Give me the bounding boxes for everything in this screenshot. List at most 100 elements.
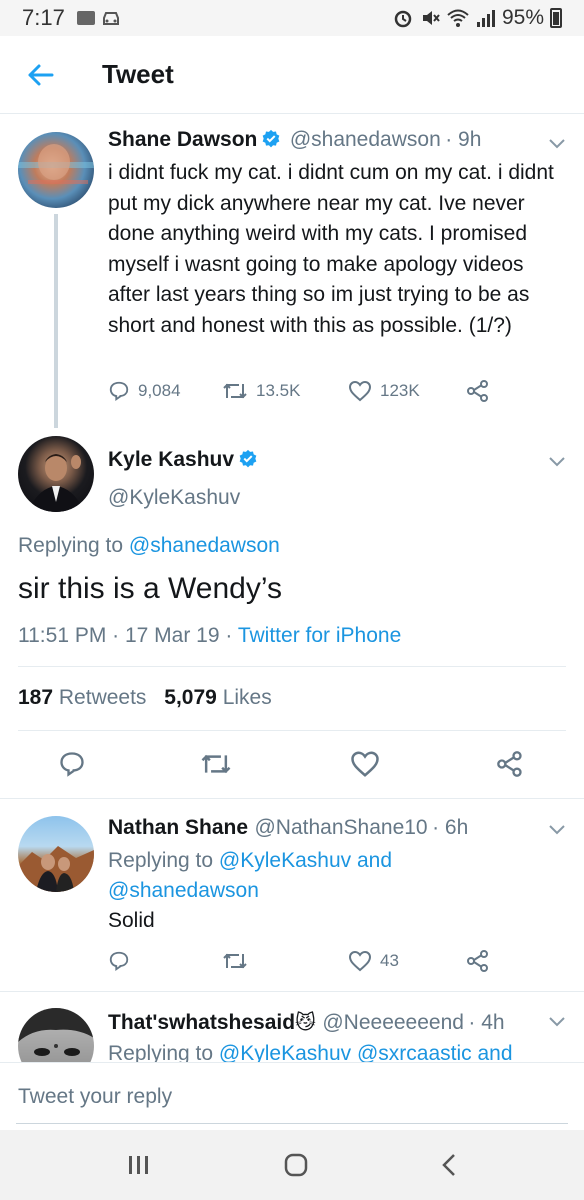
status-time: 7:17 bbox=[22, 5, 65, 30]
thread-tweet[interactable]: Shane Dawson @shanedawson · 9h i didnt f… bbox=[0, 114, 584, 428]
share-action[interactable] bbox=[466, 950, 490, 972]
likes-label: Likes bbox=[222, 686, 272, 709]
retweets-stat[interactable]: 187 Retweets bbox=[18, 686, 146, 709]
tweet-timestamp: 11:51 PM · 17 Mar 19 · bbox=[18, 624, 233, 647]
system-nav-bar bbox=[0, 1130, 584, 1200]
back-button[interactable] bbox=[20, 55, 60, 95]
mention-link[interactable]: @sxrcaastic bbox=[357, 1042, 472, 1062]
car-icon bbox=[102, 12, 119, 25]
signal-icon bbox=[476, 10, 495, 27]
battery-icon bbox=[550, 8, 562, 28]
like-count: 123K bbox=[380, 381, 420, 400]
like-action[interactable]: 43 bbox=[348, 950, 466, 972]
author-handle[interactable]: @KyleKashuv bbox=[108, 486, 240, 510]
tweet-timestamp-row: 11:51 PM · 17 Mar 19 · Twitter for iPhon… bbox=[18, 624, 401, 648]
reply-input[interactable]: Tweet your reply bbox=[18, 1085, 172, 1109]
avatar[interactable] bbox=[18, 132, 94, 208]
app-notification-icon bbox=[76, 11, 95, 25]
cat-emoji-icon: 😼 bbox=[295, 1012, 316, 1034]
heart-icon bbox=[348, 950, 372, 972]
tweet-header: Shane Dawson @shanedawson · 9h bbox=[108, 128, 481, 152]
battery-text: 95% bbox=[501, 6, 544, 29]
top-app-bar: Tweet bbox=[0, 36, 584, 114]
replying-prefix: Replying to bbox=[108, 1042, 214, 1062]
divider bbox=[0, 798, 584, 799]
reply-tweet[interactable]: That'swhatshesaid😼 @Neeeeeeend · 4h Repl… bbox=[0, 992, 584, 1062]
page-title: Tweet bbox=[102, 59, 174, 89]
reply-icon bbox=[109, 381, 129, 402]
engagement-stats: 187 Retweets 5,079 Likes bbox=[18, 686, 272, 710]
retweets-label: Retweets bbox=[58, 686, 147, 709]
avatar-glitch-image bbox=[18, 144, 94, 184]
reply-underline bbox=[16, 1123, 568, 1124]
tweet-actions: 9,084 13.5K 123K bbox=[108, 380, 508, 402]
avatar[interactable] bbox=[18, 436, 94, 512]
author-handle[interactable]: @Neeeeeeend bbox=[322, 1011, 464, 1034]
replying-prefix: Replying to bbox=[108, 849, 214, 872]
recent-apps-icon[interactable] bbox=[126, 1154, 152, 1176]
reply-icon[interactable] bbox=[58, 750, 86, 778]
like-total: 5,079 bbox=[164, 686, 217, 709]
notification-icons bbox=[76, 9, 121, 27]
author-name[interactable]: Kyle Kashuv bbox=[108, 448, 234, 471]
divider bbox=[18, 730, 566, 731]
reply-icon bbox=[109, 951, 129, 972]
tweet-actions: 43 bbox=[108, 950, 508, 972]
heart-icon[interactable] bbox=[350, 750, 380, 778]
status-bar: 7:17 95% bbox=[0, 0, 584, 36]
retweet-icon[interactable] bbox=[200, 750, 232, 778]
avatar[interactable] bbox=[18, 1008, 94, 1062]
thread-line bbox=[54, 214, 58, 428]
author-handle[interactable]: @shanedawson bbox=[290, 128, 441, 151]
share-action[interactable] bbox=[466, 380, 490, 402]
chevron-down-icon[interactable] bbox=[548, 456, 566, 468]
chevron-down-icon[interactable] bbox=[548, 824, 566, 836]
heart-icon bbox=[348, 380, 372, 402]
status-right: 95% bbox=[392, 6, 562, 30]
retweet-total: 187 bbox=[18, 686, 54, 709]
retweet-count: 13.5K bbox=[256, 381, 301, 400]
alarm-icon bbox=[394, 10, 412, 28]
author-name[interactable]: Nathan Shane bbox=[108, 816, 248, 839]
reply-composer[interactable]: Tweet your reply bbox=[0, 1062, 584, 1130]
share-icon bbox=[467, 380, 488, 402]
like-count: 43 bbox=[380, 951, 399, 970]
replying-and: and bbox=[477, 1042, 513, 1062]
share-icon[interactable] bbox=[496, 750, 524, 778]
author-name[interactable]: That'swhatshesaid bbox=[108, 1011, 295, 1034]
chevron-down-icon[interactable] bbox=[548, 1016, 566, 1028]
mention-link[interactable]: @shanedawson bbox=[108, 879, 259, 902]
retweet-action[interactable]: 13.5K bbox=[222, 380, 348, 402]
reply-action[interactable]: 9,084 bbox=[108, 380, 222, 402]
avatar-image bbox=[18, 1008, 94, 1056]
like-action[interactable]: 123K bbox=[348, 380, 466, 402]
reply-action[interactable] bbox=[108, 950, 222, 972]
reply-count: 9,084 bbox=[138, 381, 181, 400]
share-icon bbox=[467, 950, 488, 972]
tweet-age: · 9h bbox=[445, 128, 482, 151]
avatar-image bbox=[18, 846, 94, 892]
retweet-icon bbox=[223, 953, 247, 969]
verified-badge-icon bbox=[239, 449, 257, 468]
author-name[interactable]: Shane Dawson bbox=[108, 128, 257, 151]
reply-tweet[interactable]: Nathan Shane @NathanShane10 · 6h Replyin… bbox=[0, 800, 584, 990]
retweet-icon bbox=[223, 383, 247, 399]
tweet-text: sir this is a Wendy’s bbox=[18, 572, 282, 605]
back-nav-icon[interactable] bbox=[440, 1152, 458, 1178]
avatar[interactable] bbox=[18, 816, 94, 892]
mention-link[interactable]: @KyleKashuv bbox=[219, 1042, 351, 1062]
chevron-down-icon[interactable] bbox=[548, 138, 566, 150]
likes-stat[interactable]: 5,079 Likes bbox=[164, 686, 271, 709]
mention-link[interactable]: @shanedawson bbox=[129, 534, 280, 557]
home-icon[interactable] bbox=[283, 1152, 309, 1178]
mention-link[interactable]: @KyleKashuv bbox=[219, 849, 351, 872]
replying-prefix: Replying to bbox=[18, 534, 124, 557]
tweet-header: That'swhatshesaid😼 @Neeeeeeend · 4h bbox=[108, 1010, 505, 1035]
author-handle[interactable]: @NathanShane10 bbox=[254, 816, 427, 839]
focused-tweet: Kyle Kashuv @KyleKashuv Replying to @sha… bbox=[0, 420, 584, 798]
replying-and: and bbox=[356, 849, 393, 872]
tweet-source-link[interactable]: Twitter for iPhone bbox=[238, 624, 401, 647]
retweet-action[interactable] bbox=[222, 950, 348, 972]
verified-badge-icon bbox=[263, 129, 280, 148]
tweet-header: Kyle Kashuv bbox=[108, 448, 258, 472]
